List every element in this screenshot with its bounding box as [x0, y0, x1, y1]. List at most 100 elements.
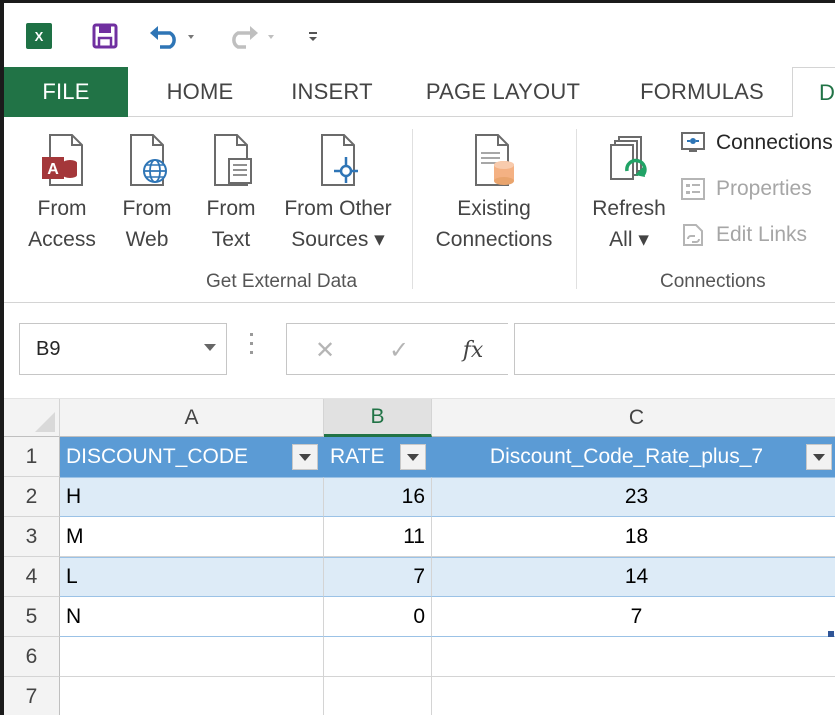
connections-group-label: Connections	[660, 271, 766, 292]
chevron-down-icon[interactable]	[204, 344, 216, 351]
empty-cell[interactable]	[60, 637, 324, 677]
from-access-button[interactable]: A From Access	[20, 117, 104, 255]
header-rate: RATE	[330, 444, 385, 468]
from-text-line1: From	[206, 197, 256, 220]
row-header[interactable]: 5	[4, 597, 60, 637]
web-icon	[125, 131, 169, 189]
from-access-line1: From	[37, 197, 87, 220]
tab-page-layout[interactable]: PAGE LAYOUT	[410, 67, 596, 117]
cancel-icon[interactable]: ✕	[305, 332, 345, 368]
from-other-sources-button[interactable]: From Other Sources ▾	[272, 117, 404, 255]
from-text-line2: Text	[211, 228, 251, 251]
row-header[interactable]: 1	[4, 437, 60, 477]
properties-button: Properties	[680, 177, 812, 201]
tab-home[interactable]: HOME	[140, 67, 260, 117]
tab-data[interactable]: DA	[792, 67, 835, 118]
connections-label: Connections	[716, 131, 833, 154]
refresh-icon	[607, 131, 651, 189]
access-icon: A	[40, 131, 84, 189]
group-separator	[412, 129, 413, 289]
row-header[interactable]: 4	[4, 557, 60, 597]
select-all-button[interactable]	[4, 399, 60, 437]
edit-links-icon	[680, 223, 706, 247]
worksheet-grid: A B C 1 2 3 4 5 6 7 DISCOUNT_CODE RATE D…	[4, 399, 835, 715]
properties-label: Properties	[716, 177, 812, 200]
save-icon[interactable]	[90, 21, 120, 51]
from-web-button[interactable]: From Web	[112, 117, 182, 255]
table-cell[interactable]: 11	[324, 517, 432, 557]
table-cell[interactable]: H	[60, 477, 324, 517]
row-header[interactable]: 2	[4, 477, 60, 517]
table-cell[interactable]: 7	[324, 557, 432, 597]
row-header[interactable]: 3	[4, 517, 60, 557]
connections-icon	[680, 131, 706, 155]
from-access-line2: Access	[28, 228, 96, 251]
table-cell[interactable]: 14	[432, 557, 835, 597]
existing-connections-line2: Connections	[435, 228, 553, 251]
refresh-all-button[interactable]: Refresh All ▾	[584, 117, 674, 255]
excel-icon: X	[26, 23, 52, 49]
edit-links-label: Edit Links	[716, 223, 808, 246]
header-discount-code: DISCOUNT_CODE	[66, 444, 249, 468]
tab-formulas[interactable]: FORMULAS	[618, 67, 786, 117]
table-cell[interactable]: M	[60, 517, 324, 557]
formula-input[interactable]	[514, 323, 835, 375]
ribbon-tabs: FILE HOME INSERT PAGE LAYOUT FORMULAS DA	[4, 67, 835, 118]
filter-dropdown-icon[interactable]	[400, 444, 426, 470]
refresh-all-line2: All ▾	[609, 228, 649, 251]
filter-dropdown-icon[interactable]	[806, 444, 832, 470]
name-box-value: B9	[36, 337, 61, 360]
tab-insert[interactable]: INSERT	[272, 67, 392, 117]
redo-icon	[226, 21, 278, 51]
tab-file[interactable]: FILE	[4, 67, 128, 117]
row-header[interactable]: 6	[4, 637, 60, 677]
table-header-cell[interactable]: DISCOUNT_CODE	[60, 437, 324, 477]
table-cell[interactable]: 0	[324, 597, 432, 637]
from-other-line2: Sources ▾	[291, 228, 385, 251]
table-cell[interactable]: N	[60, 597, 324, 637]
undo-icon[interactable]	[148, 21, 200, 51]
from-text-button[interactable]: From Text	[196, 117, 266, 255]
excel-window: X FILE HOME INSERT PAGE LAYOUT FORMULAS …	[0, 0, 835, 715]
text-file-icon	[209, 131, 253, 189]
enter-icon[interactable]: ✓	[379, 332, 419, 368]
existing-connections-button[interactable]: Existing Connections	[422, 117, 566, 255]
header-discount-code-rate-plus-7: Discount_Code_Rate_plus_7	[489, 444, 764, 468]
get-external-data-label: Get External Data	[206, 271, 358, 292]
empty-cell[interactable]	[324, 677, 432, 715]
empty-cell[interactable]	[432, 637, 835, 677]
formula-bar-resize-handle[interactable]	[250, 333, 254, 363]
table-cell[interactable]: 18	[432, 517, 835, 557]
ribbon-data: A From Access From Web From Text From Ot…	[4, 117, 835, 303]
formula-bar: B9 ✕ ✓ fx	[4, 303, 835, 399]
empty-cell[interactable]	[432, 677, 835, 715]
excel-icon-label: X	[34, 28, 44, 44]
connections-button[interactable]: Connections	[680, 131, 833, 155]
table-cell[interactable]: 16	[324, 477, 432, 517]
formula-buttons: ✕ ✓ fx	[286, 323, 508, 375]
insert-function-icon[interactable]: fx	[453, 332, 493, 368]
table-header-cell[interactable]: Discount_Code_Rate_plus_7	[432, 437, 835, 477]
existing-connections-icon	[472, 131, 516, 189]
other-sources-icon	[316, 131, 360, 189]
from-web-line1: From	[122, 197, 172, 220]
table-cell[interactable]: 23	[432, 477, 835, 517]
empty-cell[interactable]	[324, 637, 432, 677]
customize-icon[interactable]	[302, 21, 324, 51]
row-header[interactable]: 7	[4, 677, 60, 715]
group-separator	[576, 129, 577, 289]
edit-links-button: Edit Links	[680, 223, 807, 247]
empty-cell[interactable]	[60, 677, 324, 715]
refresh-all-line1: Refresh	[592, 197, 666, 220]
properties-icon	[680, 177, 706, 201]
existing-connections-line1: Existing	[457, 197, 531, 220]
column-header-c[interactable]: C	[432, 399, 835, 437]
quick-access-toolbar: X	[4, 3, 835, 67]
filter-dropdown-icon[interactable]	[292, 444, 318, 470]
table-cell[interactable]: 7	[432, 597, 835, 637]
table-cell[interactable]: L	[60, 557, 324, 597]
column-header-b[interactable]: B	[324, 399, 432, 437]
column-header-a[interactable]: A	[60, 399, 324, 437]
name-box[interactable]: B9	[19, 323, 227, 375]
from-other-line1: From Other	[284, 197, 392, 220]
